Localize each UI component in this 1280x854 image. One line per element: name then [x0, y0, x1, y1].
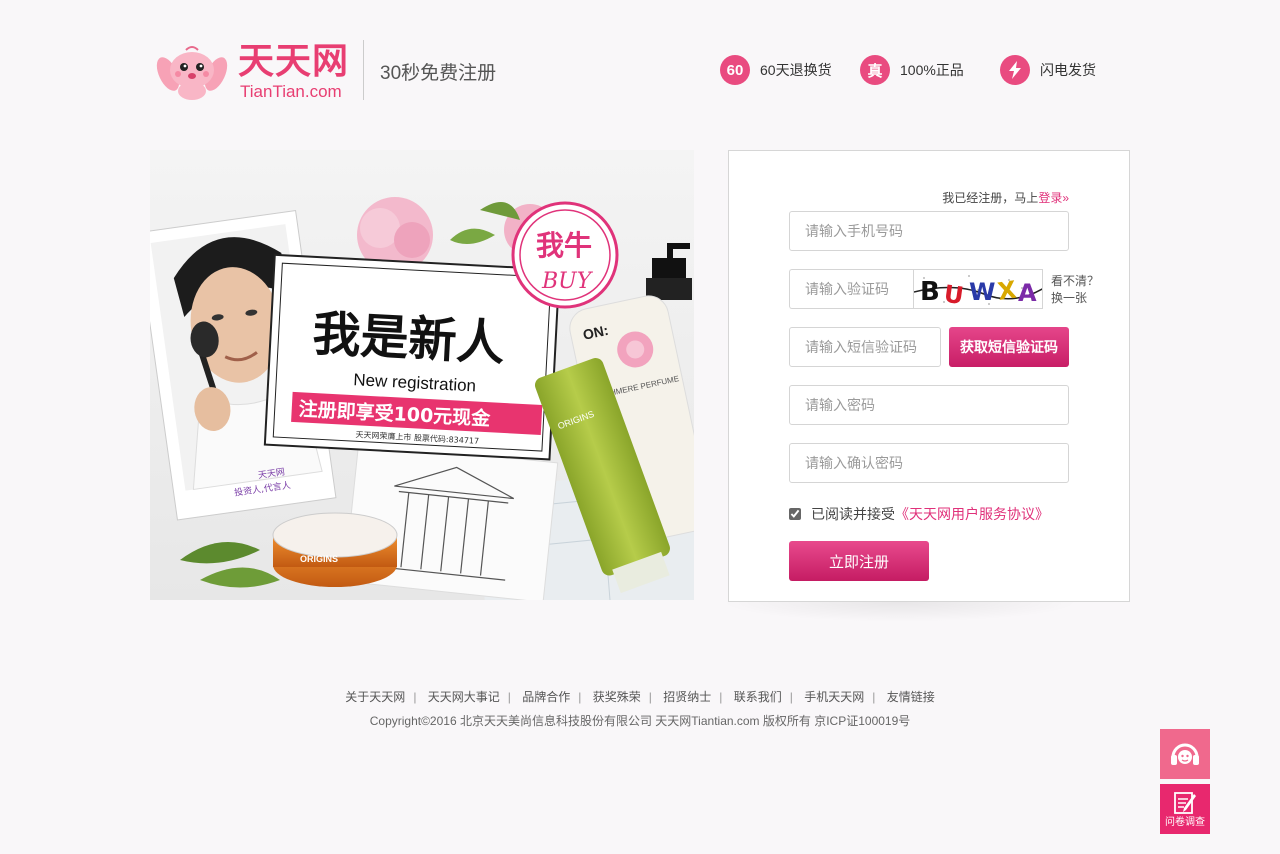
- svg-text:B: B: [920, 277, 940, 307]
- refresh-line-2: 换一张: [1051, 291, 1088, 305]
- banner-illustration: 天天网 投资人,代言人 我是新人 New registration 注册即享受1…: [150, 150, 694, 600]
- page-title: 30秒免费注册: [380, 63, 497, 84]
- svg-text:A: A: [1018, 279, 1037, 307]
- stamp-english: BUY: [541, 269, 594, 294]
- login-hint-text: 我已经注册，马上: [942, 191, 1039, 205]
- refresh-captcha-link[interactable]: 看不清？ 换一张: [1051, 273, 1099, 307]
- survey-button[interactable]: 问卷调查: [1160, 784, 1210, 834]
- customer-service-button[interactable]: [1160, 729, 1210, 779]
- svg-text:U: U: [942, 280, 965, 309]
- agreement-link[interactable]: 《天天网用户服务协议》: [895, 504, 1049, 524]
- footer-separator: |: [648, 690, 652, 704]
- jar-brand: ORIGINS: [300, 554, 338, 564]
- stamp-chinese: 我牛: [536, 229, 592, 262]
- copyright: Copyright©2016 北京天天美尚信息科技股份有限公司 天天网Tiant…: [369, 714, 911, 728]
- footer-separator: |: [413, 690, 417, 704]
- login-hint: 我已经注册，马上登录»: [942, 189, 1069, 206]
- footer-separator: |: [789, 690, 793, 704]
- tiantian-logo[interactable]: 天天网 TianTian.com: [154, 42, 350, 102]
- header-divider: [363, 40, 364, 100]
- footer-link-history[interactable]: 天天网大事记: [428, 690, 500, 704]
- promise-shipping-label: 闪电发货: [1040, 62, 1096, 78]
- footer-links: 关于天天网 | 天天网大事记 | 品牌合作 | 获奖殊荣 | 招贤纳士 | 联系我们 | 手…: [0, 688, 1280, 705]
- confirm-password-input[interactable]: [789, 443, 1069, 483]
- svg-text:W: W: [969, 278, 995, 306]
- sms-code-input[interactable]: [789, 327, 941, 367]
- footer-link-awards[interactable]: 获奖殊荣: [593, 690, 641, 704]
- footer-link-friends[interactable]: 友情链接: [887, 690, 935, 704]
- page-header: 天天网 TianTian.com 30秒免费注册 60 60天退换货 真 100…: [150, 38, 1130, 102]
- agreement-row: 已阅读并接受 《天天网用户服务协议》: [789, 504, 1049, 524]
- agreement-checkbox[interactable]: [789, 508, 801, 520]
- register-form: 我已经注册，马上登录» B U W X A 看不清？ 换一张 获取短信验证码 已…: [728, 150, 1130, 602]
- footer-separator: |: [507, 690, 511, 704]
- footer-link-brand[interactable]: 品牌合作: [522, 690, 570, 704]
- login-link[interactable]: 登录»: [1038, 191, 1069, 205]
- promise-authentic: 真 100%正品: [860, 54, 964, 86]
- register-button[interactable]: 立即注册: [789, 541, 929, 581]
- lightning-icon: [1000, 55, 1030, 85]
- survey-label: 问卷调查: [1165, 817, 1205, 828]
- promise-returns-label: 60天退换货: [760, 62, 832, 78]
- logo-chinese-text: 天天网: [238, 41, 350, 82]
- agreement-text: 已阅读并接受: [811, 506, 895, 522]
- captcha-input[interactable]: [789, 269, 913, 309]
- banner-headline: 我是新人: [311, 306, 506, 372]
- footer-separator: |: [719, 690, 723, 704]
- password-input[interactable]: [789, 385, 1069, 425]
- form-shadow: [720, 602, 1080, 622]
- phone-input[interactable]: [789, 211, 1069, 251]
- footer-link-about[interactable]: 关于天天网: [345, 690, 405, 704]
- get-sms-code-button[interactable]: 获取短信验证码: [949, 327, 1069, 367]
- promise-shipping: 闪电发货: [1000, 54, 1096, 86]
- rabbit-mascot-icon: [156, 46, 228, 100]
- logo-english-text: TianTian.com: [240, 82, 342, 101]
- footer-link-mobile[interactable]: 手机天天网: [804, 690, 864, 704]
- captcha-image[interactable]: B U W X A: [913, 269, 1043, 309]
- refresh-line-1: 看不清？: [1051, 274, 1100, 288]
- sixty-badge-icon: 60: [720, 55, 750, 85]
- footer-link-contact[interactable]: 联系我们: [734, 690, 782, 704]
- promo-banner[interactable]: 天天网 投资人,代言人 我是新人 New registration 注册即享受1…: [150, 150, 694, 600]
- promise-returns: 60 60天退换货: [720, 54, 832, 86]
- survey-icon: [1174, 792, 1196, 814]
- footer-separator: |: [872, 690, 876, 704]
- promise-authentic-label: 100%正品: [900, 62, 964, 78]
- authentic-badge-icon: 真: [860, 55, 890, 85]
- customer-service-icon: [1171, 743, 1199, 765]
- captcha-picture: B U W X A: [914, 270, 1042, 309]
- footer-separator: |: [578, 690, 582, 704]
- footer-link-jobs[interactable]: 招贤纳士: [663, 690, 711, 704]
